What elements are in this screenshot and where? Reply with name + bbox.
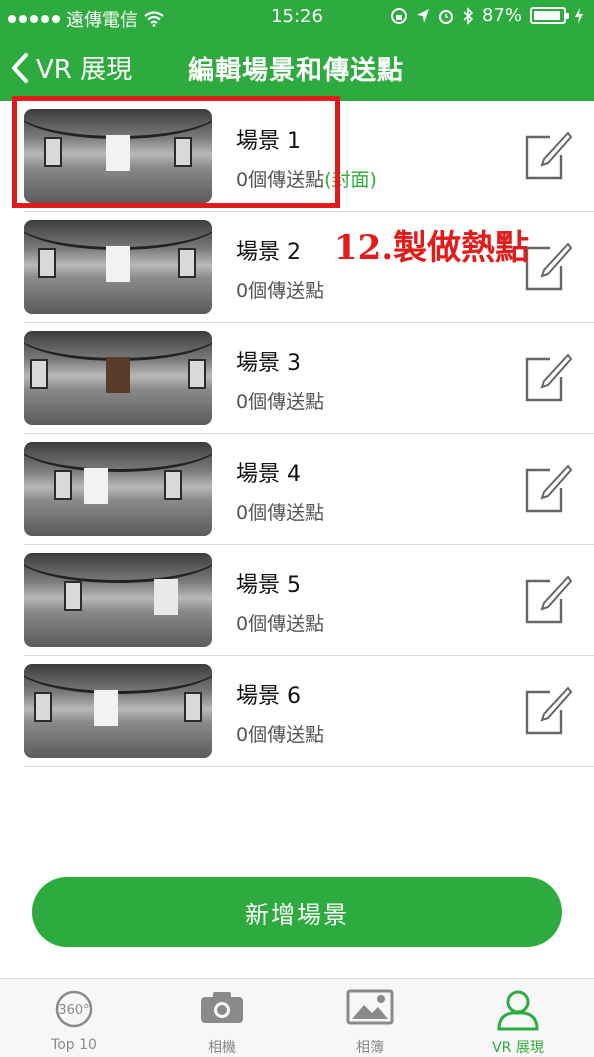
edit-icon[interactable] [524,131,572,181]
scene-name: 場景 1 [236,129,301,154]
scene-row-4[interactable]: 場景 4 0個傳送點 [24,434,594,545]
tab-label: 相機 [208,1040,236,1056]
album-icon [346,989,394,1025]
tab-camera[interactable]: 相機 [148,979,296,1057]
svg-text:360°: 360° [58,1003,89,1018]
scene-row-1[interactable]: 場景 1 0個傳送點(封面) [24,101,594,212]
scene-name: 場景 3 [236,351,301,376]
cover-tag: (封面) [324,169,377,191]
rotation-lock-icon [390,7,407,24]
battery-icon [530,7,569,24]
scene-hotspot-count: 0個傳送點 [236,502,325,524]
panorama-thumbnail[interactable] [24,553,212,647]
app-header: 遠傳電信 15:26 87% VR 展現 編輯場景和傳送點 [0,0,594,101]
scene-hotspot-count: 0個傳送點 [236,280,325,302]
annotation-label: 12.製做熱點 [334,228,530,268]
person-icon [497,990,539,1031]
edit-icon[interactable] [524,353,572,403]
chevron-left-icon [12,52,28,83]
tab-vr-show[interactable]: VR 展現 [444,979,592,1057]
scene-hotspot-count: 0個傳送點(封面) [236,169,377,191]
scene-list: 場景 1 0個傳送點(封面) 場景 2 0個傳送點 場景 3 0個傳送點 場景 … [0,101,594,767]
status-bar: 遠傳電信 15:26 87% [0,0,594,34]
scene-hotspot-count: 0個傳送點 [236,724,325,746]
panorama-thumbnail[interactable] [24,331,212,425]
charging-icon [575,7,583,24]
scene-name: 場景 4 [236,462,301,487]
add-scene-button[interactable]: 新增場景 [32,877,562,947]
scene-hotspot-count: 0個傳送點 [236,391,325,413]
back-label: VR 展現 [36,55,133,85]
edit-icon[interactable] [524,464,572,514]
edit-icon[interactable] [524,686,572,736]
battery-percent: 87% [481,5,522,26]
edit-icon[interactable] [524,242,572,292]
scene-row-3[interactable]: 場景 3 0個傳送點 [24,323,594,434]
panorama-thumbnail[interactable] [24,220,212,314]
tab-label: 相簿 [356,1040,384,1056]
alarm-icon [438,9,453,24]
tab-label: Top 10 [51,1037,97,1053]
scene-name: 場景 6 [236,684,301,709]
scene-name: 場景 5 [236,573,301,598]
camera-icon [201,992,243,1023]
360-icon: 360° [55,990,93,1028]
page-title: 編輯場景和傳送點 [188,56,405,86]
tab-label: VR 展現 [492,1040,544,1056]
navigation-bar: VR 展現 編輯場景和傳送點 [0,34,594,101]
tab-top10[interactable]: 360° Top 10 [0,979,148,1057]
scene-name: 場景 2 [236,240,301,265]
scene-hotspot-count: 0個傳送點 [236,613,325,635]
tab-bar: 360° Top 10 相機 相簿 VR 展現 [0,978,594,1057]
panorama-thumbnail[interactable] [24,109,212,203]
bluetooth-icon [463,6,474,25]
panorama-thumbnail[interactable] [24,442,212,536]
scene-row-5[interactable]: 場景 5 0個傳送點 [24,545,594,656]
edit-icon[interactable] [524,575,572,625]
panorama-thumbnail[interactable] [24,664,212,758]
location-icon [416,8,429,23]
scene-row-6[interactable]: 場景 6 0個傳送點 [24,656,594,767]
back-button[interactable]: VR 展現 [10,49,132,86]
tab-album[interactable]: 相簿 [296,979,444,1057]
